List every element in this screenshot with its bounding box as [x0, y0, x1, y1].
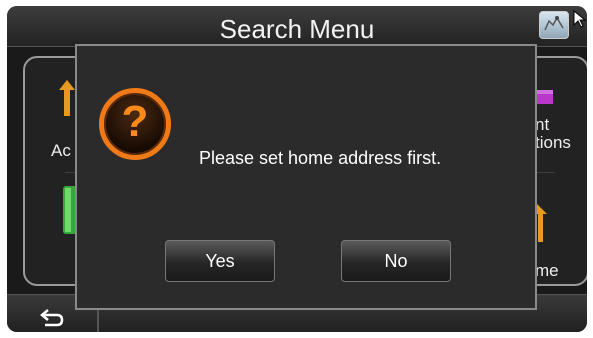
no-button[interactable]: No — [341, 240, 451, 282]
cursor-icon — [573, 10, 587, 28]
back-arrow-icon — [40, 309, 64, 327]
home-arrow-icon[interactable] — [535, 202, 549, 242]
question-icon: ? — [99, 88, 171, 160]
page-title: Search Menu — [219, 14, 375, 44]
menu-item-label-address[interactable]: Ac — [51, 142, 71, 160]
map-button[interactable] — [539, 11, 569, 39]
arrow-up-icon[interactable] — [59, 80, 75, 116]
dialog-message: Please set home address first. — [199, 148, 442, 168]
navigation-screen: Search Menu Ac nt tions me ? Please set … — [7, 6, 587, 332]
flag-icon[interactable] — [535, 90, 553, 104]
title-bar: Search Menu — [7, 6, 587, 47]
map-icon — [544, 16, 564, 31]
menu-item-label-home[interactable]: me — [535, 262, 559, 280]
confirm-dialog: ? Please set home address first. Yes No — [75, 44, 537, 310]
yes-button[interactable]: Yes — [165, 240, 275, 282]
menu-item-label-points[interactable]: nt tions — [535, 116, 571, 152]
